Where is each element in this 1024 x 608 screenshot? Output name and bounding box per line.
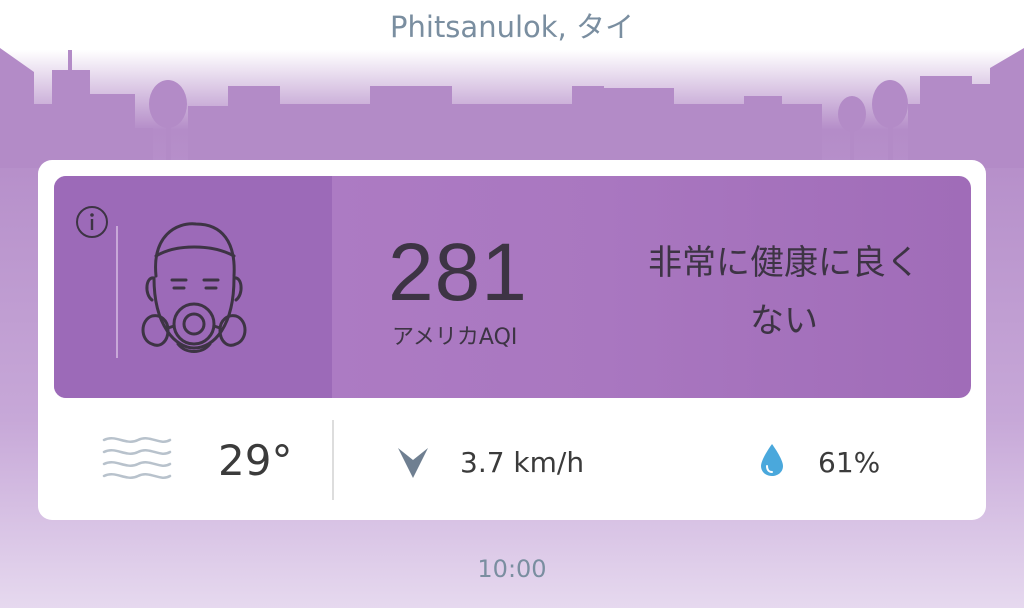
- gas-mask-face-icon: [141, 222, 247, 353]
- humidity-value: 61%: [818, 446, 881, 479]
- aqi-status: 非常に健康に良く ない: [599, 234, 969, 350]
- info-icon[interactable]: [74, 204, 110, 240]
- location-title: Phitsanulok, タイ: [390, 10, 634, 44]
- aqi-value: 281: [388, 227, 528, 318]
- aqi-panel[interactable]: 281 アメリカAQI 非常に健康に良く ない: [54, 176, 971, 398]
- city-skyline-illustration: [0, 48, 1024, 168]
- weather-divider: [332, 420, 334, 500]
- icon-divider: [116, 226, 118, 358]
- wind-direction-icon: [398, 448, 428, 478]
- aqi-unit-label: アメリカAQI: [392, 325, 518, 350]
- aqi-status-line-2: ない: [750, 301, 818, 341]
- haze-icon: [102, 437, 172, 479]
- wind-speed-value: 3.7 km/h: [460, 446, 585, 479]
- aqi-status-line-1: 非常に健康に良く: [648, 243, 920, 283]
- temperature-value: 29°: [218, 436, 293, 485]
- water-drop-icon: [761, 444, 783, 476]
- aqi-icon-area: [54, 176, 332, 398]
- air-quality-card[interactable]: 281 アメリカAQI 非常に健康に良く ない 29° 3.7 km/h 61%: [38, 160, 986, 520]
- weather-row: 29° 3.7 km/h 61%: [38, 410, 986, 510]
- update-time: 10:00: [477, 555, 547, 583]
